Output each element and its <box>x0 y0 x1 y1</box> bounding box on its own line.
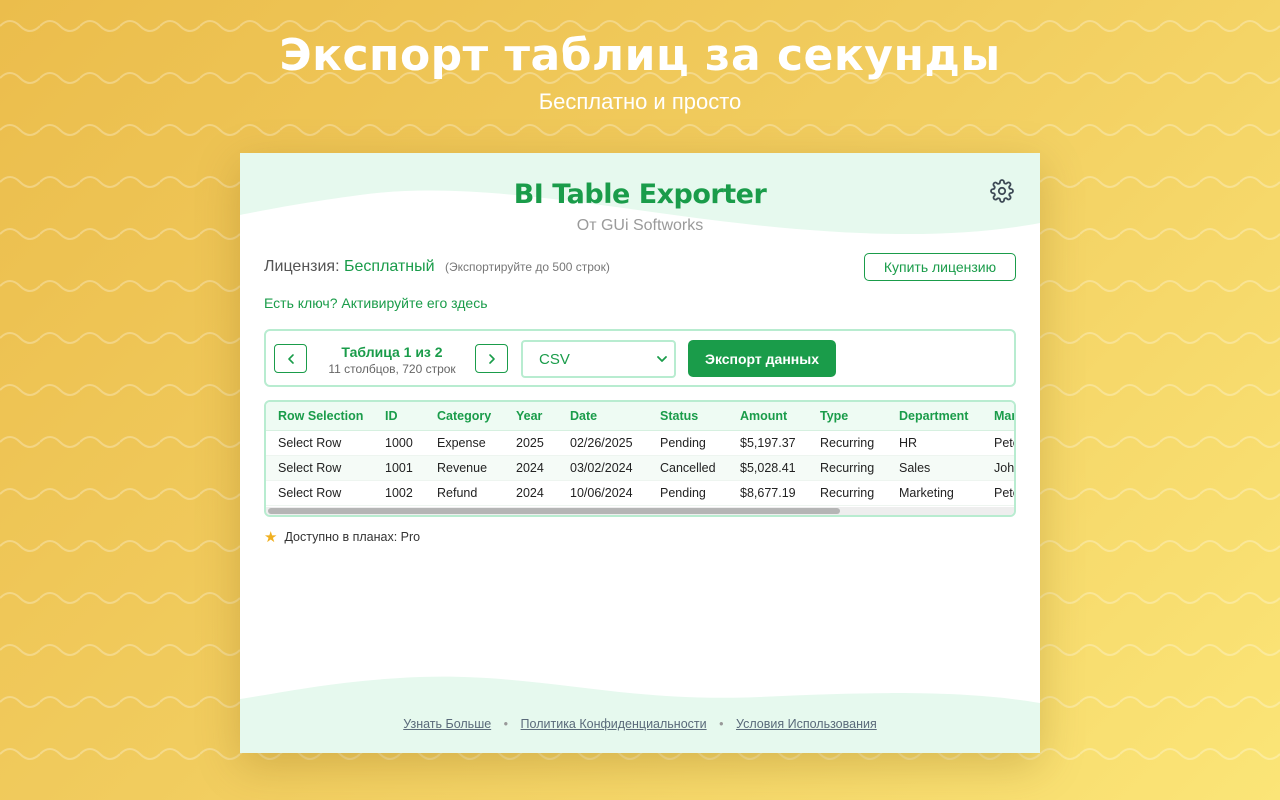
table-cell: 10/06/2024 <box>570 486 633 500</box>
horizontal-scrollbar[interactable] <box>266 507 1014 515</box>
export-toolbar: Таблица 1 из 2 11 столбцов, 720 строк CS… <box>264 329 1016 387</box>
column-header[interactable]: Type <box>820 402 848 431</box>
table-cell: 02/26/2025 <box>570 436 633 450</box>
extension-popup-panel: BI Table Exporter От GUi Softworks Лицен… <box>240 153 1040 753</box>
plan-note-text: Доступно в планах: Pro <box>284 530 421 544</box>
column-header[interactable]: Category <box>437 402 491 431</box>
table-cell: 2024 <box>516 486 544 500</box>
plan-availability-note: ★ Доступно в планах: Pro <box>264 528 420 546</box>
column-header[interactable]: ID <box>385 402 398 431</box>
select-row-cell[interactable]: Select Row <box>278 481 341 506</box>
export-data-button[interactable]: Экспорт данных <box>688 340 836 377</box>
table-cell: Refund <box>437 486 478 500</box>
learn-more-link[interactable]: Узнать Больше <box>403 717 491 731</box>
select-row-cell[interactable]: Select Row <box>278 431 341 456</box>
table-row: Select Row 1002 Refund 2024 10/06/2024 P… <box>266 481 1014 506</box>
column-header[interactable]: Date <box>570 402 597 431</box>
column-header[interactable]: Row Selection <box>278 402 363 431</box>
column-header[interactable]: Status <box>660 402 698 431</box>
table-cell: Pete <box>994 436 1014 450</box>
footer-separator: • <box>503 717 509 731</box>
table-cell: Sales <box>899 461 931 475</box>
table-cell: Marketing <box>899 486 954 500</box>
table-cell: Revenue <box>437 461 488 475</box>
activate-key-link[interactable]: Есть ключ? Активируйте его здесь <box>264 295 488 311</box>
column-header[interactable]: Year <box>516 402 542 431</box>
app-subtitle: От GUi Softworks <box>576 217 704 234</box>
table-header-row: Row Selection ID Category Year Date Stat… <box>266 402 1014 431</box>
footer-links: Узнать Больше • Политика Конфиденциально… <box>240 717 1040 731</box>
previous-table-button[interactable] <box>274 344 307 373</box>
table-cell: 03/02/2024 <box>570 461 633 475</box>
table-cell: 1002 <box>385 486 413 500</box>
table-cell: Pete <box>994 486 1014 500</box>
table-cell: Recurring <box>820 436 875 450</box>
table-cell: Cancelled <box>660 461 716 475</box>
table-cell: Expense <box>437 436 486 450</box>
column-header[interactable]: Department <box>899 402 968 431</box>
settings-button[interactable] <box>988 177 1016 205</box>
select-row-cell[interactable]: Select Row <box>278 456 341 481</box>
hero-title: Экспорт таблиц за секунды <box>279 30 1001 81</box>
table-dimensions: 11 столбцов, 720 строк <box>328 362 456 376</box>
footer-wave-decoration <box>240 676 1040 753</box>
selected-format: CSV <box>539 350 570 368</box>
privacy-policy-link[interactable]: Политика Конфиденциальности <box>521 717 707 731</box>
table-cell: $5,028.41 <box>740 461 796 475</box>
terms-of-use-link[interactable]: Условия Использования <box>736 717 877 731</box>
export-format-select[interactable]: CSV <box>521 340 676 378</box>
table-cell: Pending <box>660 436 706 450</box>
column-header[interactable]: Amount <box>740 402 787 431</box>
chevron-right-icon <box>488 353 495 364</box>
license-status: Лицензия: Бесплатный (Экспортируйте до 5… <box>264 258 610 276</box>
chevron-left-icon <box>287 353 294 364</box>
table-info: Таблица 1 из 2 11 столбцов, 720 строк <box>312 343 472 377</box>
buy-license-button[interactable]: Купить лицензию <box>864 253 1016 281</box>
table-cell: Recurring <box>820 486 875 500</box>
table-cell: John <box>994 461 1015 475</box>
table-cell: Pending <box>660 486 706 500</box>
hero-subtitle: Бесплатно и просто <box>538 89 742 114</box>
star-icon: ★ <box>264 529 278 546</box>
table-cell: 2024 <box>516 461 544 475</box>
footer-separator: • <box>719 717 724 731</box>
table-cell: 1001 <box>385 461 413 475</box>
scrollbar-thumb[interactable] <box>268 508 840 514</box>
table-position: Таблица 1 из 2 <box>341 344 443 360</box>
next-table-button[interactable] <box>475 344 508 373</box>
chevron-down-icon <box>657 356 667 362</box>
table-cell: $8,677.19 <box>740 486 796 500</box>
table-row: Select Row 1000 Expense 2025 02/26/2025 … <box>266 431 1014 456</box>
license-label: Лицензия: <box>264 258 340 275</box>
table-cell: HR <box>899 436 918 450</box>
app-title: BI Table Exporter <box>513 179 767 210</box>
data-preview-table: Row Selection ID Category Year Date Stat… <box>264 400 1016 517</box>
license-note: (Экспортируйте до 500 строк) <box>445 260 610 274</box>
license-value: Бесплатный <box>344 258 435 275</box>
gear-icon <box>990 179 1014 203</box>
table-row: Select Row 1001 Revenue 2024 03/02/2024 … <box>266 456 1015 481</box>
table-cell: 1000 <box>385 436 413 450</box>
table-cell: Recurring <box>820 461 875 475</box>
table-cell: 2025 <box>516 436 544 450</box>
column-header[interactable]: Man <box>994 402 1014 431</box>
table-cell: $5,197.37 <box>740 436 796 450</box>
